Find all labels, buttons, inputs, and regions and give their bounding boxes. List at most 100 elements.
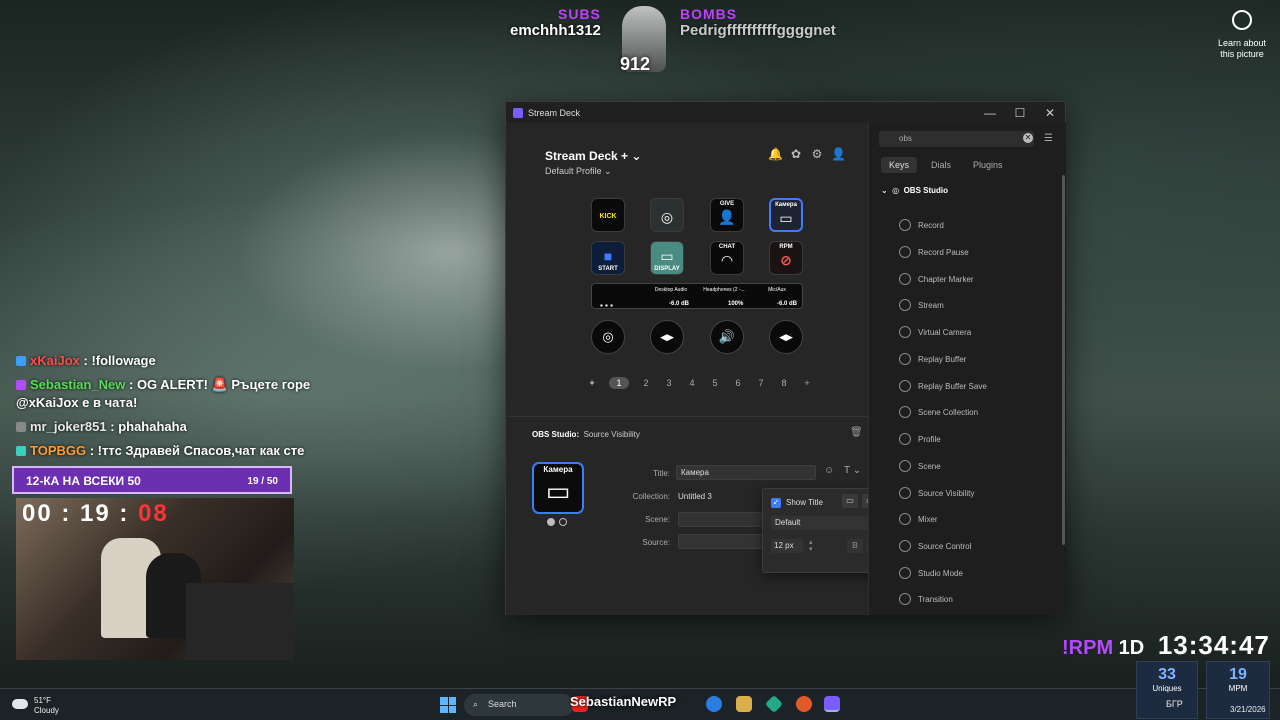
chat-message: !ттс Здравей Спасов,чат как сте bbox=[97, 443, 305, 458]
profile-name: Default Profile bbox=[545, 166, 602, 176]
profile-icon bbox=[899, 433, 911, 445]
mpm-label: MPM bbox=[1228, 684, 1248, 693]
action-source-visibility[interactable]: Source Visibility bbox=[899, 487, 974, 499]
action-label: Record Pause bbox=[918, 247, 969, 257]
scene-select[interactable] bbox=[678, 512, 768, 527]
language-indicator[interactable]: БГР bbox=[1166, 699, 1183, 709]
state-1[interactable] bbox=[547, 518, 555, 526]
minimize-button[interactable]: — bbox=[975, 106, 1005, 120]
pin-icon[interactable]: ✦ bbox=[586, 378, 598, 389]
gauge-icon: ◠ bbox=[721, 252, 733, 268]
action-chapter-marker[interactable]: Chapter Marker bbox=[899, 273, 974, 285]
mixer-icon bbox=[899, 513, 911, 525]
key-give[interactable]: GIVE 👤 bbox=[710, 198, 744, 232]
page-4[interactable]: 4 bbox=[686, 378, 698, 388]
device-selector[interactable]: Stream Deck + ⌄ bbox=[545, 149, 641, 163]
action-label: Source Control bbox=[918, 541, 972, 551]
tab-plugins[interactable]: Plugins bbox=[965, 157, 1011, 173]
size-stepper[interactable]: ▴ ▾ bbox=[809, 539, 813, 553]
obs-studio-group[interactable]: ⌄ ◎ OBS Studio bbox=[881, 186, 948, 195]
dial-4[interactable]: ◀▶ bbox=[769, 320, 803, 354]
title-input[interactable]: Камера bbox=[676, 465, 816, 480]
key-rpm[interactable]: RPM ⊘ bbox=[769, 241, 803, 275]
page-7[interactable]: 7 bbox=[755, 378, 767, 388]
touch-strip[interactable]: ▪ ▪ ▪ Desktop Audio -6.0 dB Headphones (… bbox=[591, 283, 803, 310]
windows-start-icon[interactable] bbox=[440, 697, 456, 713]
app-icon[interactable] bbox=[736, 696, 752, 712]
title-settings-button[interactable]: T ⌄ bbox=[844, 465, 861, 476]
marketplace-icon[interactable]: ✿ bbox=[789, 147, 803, 161]
page-3[interactable]: 3 bbox=[663, 378, 675, 388]
action-scene-collection[interactable]: Scene Collection bbox=[899, 406, 978, 418]
search-input[interactable]: obs bbox=[879, 131, 1034, 147]
action-scene[interactable]: Scene bbox=[899, 460, 941, 472]
action-record-pause[interactable]: Record Pause bbox=[899, 246, 969, 258]
maximize-button[interactable]: ☐ bbox=[1005, 106, 1035, 120]
page-6[interactable]: 6 bbox=[732, 378, 744, 388]
action-replay-buffer[interactable]: Replay Buffer bbox=[899, 353, 966, 365]
show-title-checkbox[interactable]: ✓ bbox=[771, 498, 781, 508]
notification-icon[interactable]: 🔔 bbox=[768, 147, 783, 161]
action-source-control[interactable]: Source Control bbox=[899, 540, 971, 552]
key-camera[interactable]: Камера ▭ bbox=[769, 198, 803, 232]
group-name: OBS Studio bbox=[903, 186, 949, 195]
taskbar-search[interactable]: ⌕ Search bbox=[464, 694, 574, 716]
subs-name: emchhh1312 bbox=[510, 22, 601, 39]
key-chat[interactable]: CHAT ◠ bbox=[710, 241, 744, 275]
page-5[interactable]: 5 bbox=[709, 378, 721, 388]
weather-widget[interactable]: 51°F Cloudy bbox=[12, 696, 59, 716]
source-select[interactable] bbox=[678, 534, 768, 549]
action-transition[interactable]: Transition bbox=[899, 593, 953, 605]
stream-deck-app-icon bbox=[513, 107, 523, 118]
key-start[interactable]: ■ START bbox=[591, 241, 625, 275]
action-stream[interactable]: Stream bbox=[899, 299, 944, 311]
taskbar-date[interactable]: 3/21/2026 bbox=[1230, 705, 1266, 714]
library-scrollbar[interactable] bbox=[1062, 175, 1065, 545]
emoji-icon[interactable]: ☺ bbox=[824, 465, 834, 476]
scene-icon bbox=[899, 460, 911, 472]
key-circle[interactable]: ◎ bbox=[650, 198, 684, 232]
page-2[interactable]: 2 bbox=[640, 378, 652, 388]
chrome-icon[interactable] bbox=[796, 696, 812, 712]
action-studio-mode[interactable]: Studio Mode bbox=[899, 567, 963, 579]
action-profile[interactable]: Profile bbox=[899, 433, 941, 445]
page-8[interactable]: 8 bbox=[778, 378, 790, 388]
record-pause-icon bbox=[899, 246, 911, 258]
studio-mode-icon bbox=[899, 567, 911, 579]
chrome-icon[interactable] bbox=[706, 696, 722, 712]
close-button[interactable]: ✕ bbox=[1035, 106, 1065, 120]
key-kick[interactable]: KICK bbox=[591, 198, 625, 232]
clear-search-icon[interactable]: ✕ bbox=[1023, 133, 1033, 143]
key-caption: GIVE bbox=[719, 201, 735, 207]
profile-selector[interactable]: Default Profile ⌄ bbox=[545, 166, 612, 177]
tab-keys[interactable]: Keys bbox=[881, 157, 918, 173]
subs-bombs-overlay: SUBS BOMBS emchhh1312 Pedrigffffffffffgg… bbox=[510, 6, 840, 76]
dial-1[interactable]: ◎ bbox=[591, 320, 625, 354]
list-view-icon[interactable]: ☰ bbox=[1044, 133, 1053, 144]
settings-gear-icon[interactable]: ⚙ bbox=[810, 147, 824, 161]
learn-about-picture[interactable]: Learn about this picture bbox=[1212, 10, 1272, 60]
account-icon[interactable]: 👤 bbox=[831, 147, 846, 161]
search-icon: ⌕ bbox=[473, 699, 479, 709]
action-mixer[interactable]: Mixer bbox=[899, 513, 938, 525]
uniques-label: Uniques bbox=[1152, 684, 1182, 693]
selected-key-preview[interactable]: Камера ▭ bbox=[532, 462, 584, 514]
state-2[interactable] bbox=[559, 518, 567, 526]
page-1[interactable]: 1 bbox=[609, 377, 629, 389]
title-bar[interactable]: Stream Deck — ☐ ✕ bbox=[506, 102, 1065, 123]
action-record[interactable]: Record bbox=[899, 219, 944, 231]
align-top-button[interactable]: ▭ bbox=[842, 494, 858, 508]
stream-deck-taskbar-icon[interactable] bbox=[824, 696, 840, 712]
dial-3[interactable]: 🔊 bbox=[710, 320, 744, 354]
key-display[interactable]: ▭ DISPLAY bbox=[650, 241, 684, 275]
app-icon[interactable] bbox=[764, 694, 784, 714]
strip-dots: ▪ ▪ ▪ bbox=[600, 301, 613, 310]
add-page-button[interactable]: + bbox=[801, 378, 813, 388]
action-replay-buffer-save[interactable]: Replay Buffer Save bbox=[899, 380, 987, 392]
tab-dials[interactable]: Dials bbox=[923, 157, 959, 173]
font-size-input[interactable]: 12 px bbox=[771, 539, 803, 553]
dial-2[interactable]: ◀▶ bbox=[650, 320, 684, 354]
action-virtual-camera[interactable]: Virtual Camera bbox=[899, 326, 971, 338]
trash-icon[interactable]: 🗑 bbox=[850, 427, 863, 438]
bold-button[interactable]: B bbox=[847, 539, 863, 553]
